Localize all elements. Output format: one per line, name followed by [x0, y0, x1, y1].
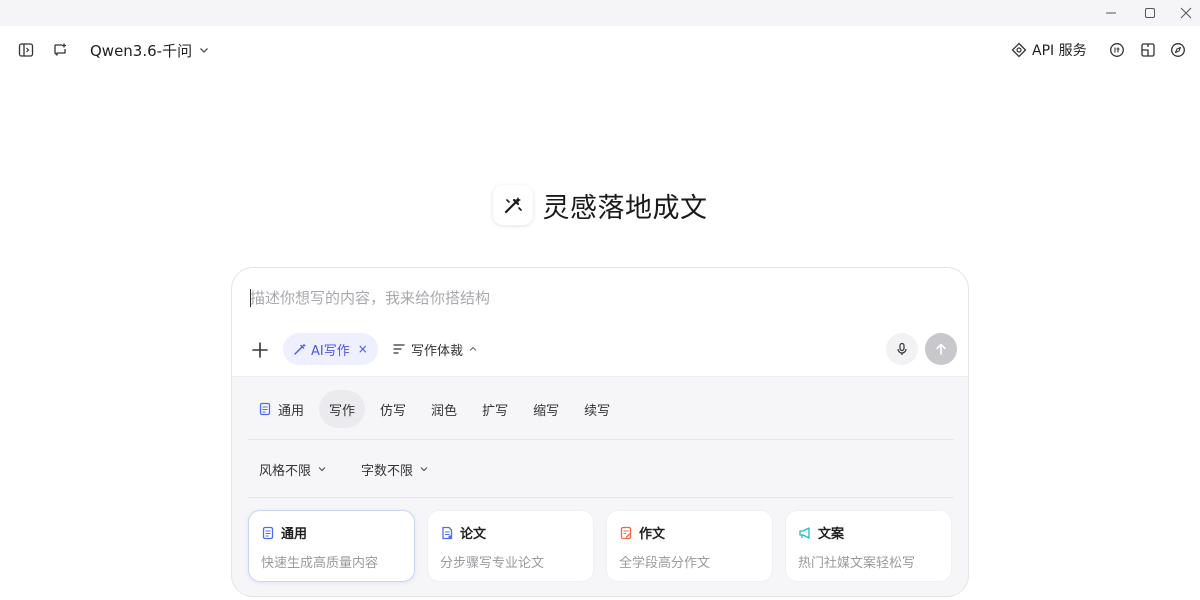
filter-row: 风格不限 字数不限: [259, 455, 429, 483]
token-icon: [1110, 43, 1124, 57]
card-header: 通用: [261, 523, 402, 542]
card-description: 快速生成高质量内容: [261, 556, 379, 571]
genre-selector[interactable]: 写作体裁: [392, 333, 478, 365]
template-card-essay[interactable]: 作文 全学段高分作文: [606, 510, 773, 582]
tab-general[interactable]: 通用: [248, 390, 314, 428]
text-caret: [250, 289, 251, 307]
tab-label: 润色: [431, 403, 458, 419]
chevron-up-icon: [469, 346, 477, 351]
tab-label: 通用: [278, 403, 305, 419]
new-chat-icon: [54, 43, 66, 56]
template-card-general[interactable]: 通用 快速生成高质量内容: [248, 510, 415, 582]
tab-label: 仿写: [380, 403, 407, 419]
magic-pen-icon: [504, 197, 522, 214]
minimize-icon: [1106, 12, 1116, 14]
ai-writing-chip[interactable]: AI写作 ×: [283, 333, 378, 365]
layout-button[interactable]: [1136, 38, 1160, 62]
close-button[interactable]: [1166, 0, 1200, 26]
chevron-down-icon: [318, 467, 326, 472]
explore-button[interactable]: [1166, 38, 1190, 62]
voice-input-button[interactable]: [886, 333, 918, 365]
plus-icon: [252, 342, 268, 358]
paper-icon: [442, 526, 453, 539]
attach-button[interactable]: [248, 338, 272, 362]
ai-writing-label: AI写作: [311, 343, 350, 359]
template-cards: 通用 快速生成高质量内容 论文 分步骤写专业论文 作文 全学段高分作文 文案 热…: [248, 510, 954, 584]
model-selector[interactable]: Qwen3.6-千问: [90, 38, 210, 62]
maximize-button[interactable]: [1130, 0, 1170, 26]
tab-continue[interactable]: 续写: [574, 390, 620, 428]
send-arrow-icon: [936, 343, 946, 355]
panel-divider: [248, 439, 954, 440]
card-header: 文案: [798, 523, 939, 542]
close-icon: [1180, 7, 1192, 19]
card-description: 分步骤写专业论文: [440, 556, 545, 571]
document-icon: [262, 526, 274, 539]
compass-icon: [1171, 43, 1185, 57]
essay-icon: [620, 526, 632, 539]
genre-label: 写作体裁: [411, 343, 464, 359]
tab-label: 续写: [584, 403, 611, 419]
hero-logo: [492, 185, 533, 225]
tab-imitate[interactable]: 仿写: [370, 390, 416, 428]
api-service-button[interactable]: API 服务: [1011, 38, 1087, 62]
style-filter-label: 风格不限: [259, 463, 312, 479]
tab-condense[interactable]: 缩写: [523, 390, 569, 428]
tab-expand[interactable]: 扩写: [472, 390, 518, 428]
send-button[interactable]: [925, 333, 957, 365]
minimize-button[interactable]: [1091, 0, 1131, 26]
model-name: Qwen3.6-千问: [90, 41, 193, 60]
tab-label: 扩写: [482, 403, 509, 419]
maximize-icon: [1145, 8, 1155, 18]
writing-options-panel: 通用 写作 仿写 润色 扩写 缩写 续写 风格不限 字数不限 通用 快速生成高质…: [232, 376, 968, 596]
template-card-copywriting[interactable]: 文案 热门社媒文案轻松写: [785, 510, 952, 582]
hero-title: 灵感落地成文: [542, 192, 708, 224]
chevron-down-icon: [420, 467, 428, 472]
length-filter-dropdown[interactable]: 字数不限: [361, 460, 429, 479]
card-title: 文案: [818, 527, 845, 542]
card-description: 全学段高分作文: [619, 556, 711, 571]
api-icon: [1011, 42, 1027, 58]
card-title: 作文: [639, 527, 666, 542]
sidebar-toggle-icon: [18, 43, 34, 57]
writing-mode-tabs: 通用 写作 仿写 润色 扩写 缩写 续写: [248, 389, 625, 429]
tab-label: 写作: [329, 403, 356, 419]
card-title: 论文: [460, 527, 487, 542]
tab-write[interactable]: 写作: [319, 390, 366, 428]
composer-box: AI写作 × 写作体裁: [231, 267, 969, 597]
hero-heading: 灵感落地成文: [0, 180, 1200, 230]
window-titlebar: [0, 0, 1200, 26]
template-card-paper[interactable]: 论文 分步骤写专业论文: [427, 510, 594, 582]
ai-chip-close-button[interactable]: ×: [358, 342, 368, 356]
layout-icon: [1141, 43, 1155, 57]
sidebar-toggle-button[interactable]: [14, 38, 38, 62]
list-icon: [393, 344, 405, 354]
chevron-down-icon: [200, 48, 209, 53]
megaphone-icon: [799, 526, 810, 539]
card-header: 作文: [619, 523, 760, 542]
top-bar: Qwen3.6-千问 API 服务: [0, 26, 1200, 74]
card-title: 通用: [281, 527, 308, 542]
tab-label: 缩写: [533, 403, 560, 419]
tab-polish[interactable]: 润色: [421, 390, 467, 428]
card-header: 论文: [440, 523, 581, 542]
composer-toolbar: AI写作 × 写作体裁: [232, 330, 968, 370]
length-filter-label: 字数不限: [361, 463, 414, 479]
panel-divider: [248, 497, 954, 498]
magic-pen-icon: [294, 343, 306, 355]
card-description: 热门社媒文案轻松写: [798, 556, 916, 571]
token-button[interactable]: [1105, 38, 1129, 62]
new-chat-button[interactable]: [48, 38, 72, 62]
microphone-icon: [897, 342, 907, 355]
style-filter-dropdown[interactable]: 风格不限: [259, 460, 327, 479]
prompt-input[interactable]: [250, 286, 930, 310]
document-icon: [259, 402, 271, 416]
api-service-label: API 服务: [1032, 43, 1087, 59]
